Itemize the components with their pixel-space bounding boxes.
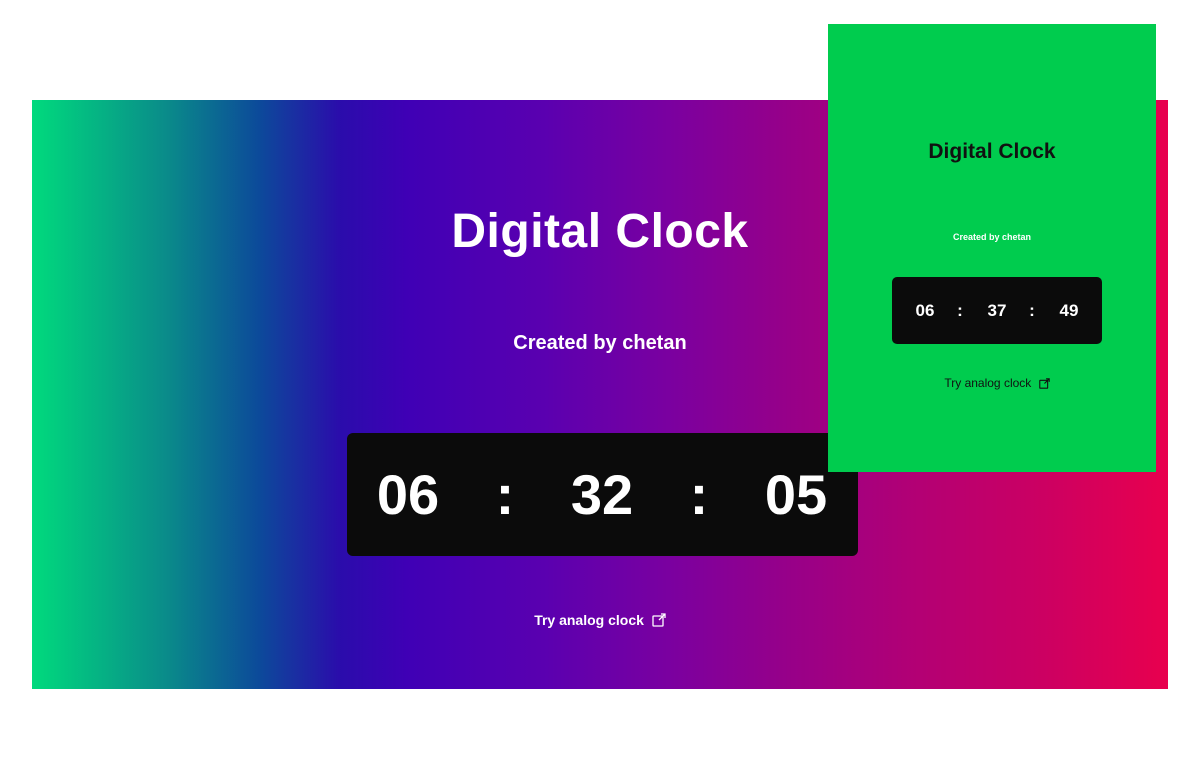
clock-display: 06 : 32 : 05 xyxy=(347,433,858,556)
hours-value: 06 xyxy=(376,463,440,526)
analog-clock-link[interactable]: Try analog clock xyxy=(32,612,1168,630)
seconds-value: 05 xyxy=(764,463,828,526)
external-link-icon xyxy=(652,613,666,630)
clock-separator: : xyxy=(1029,300,1035,320)
analog-clock-link-label[interactable]: Try analog clock xyxy=(534,612,644,628)
clock-separator: : xyxy=(957,300,963,320)
seconds-value: 49 xyxy=(1059,300,1079,320)
clock-separator: : xyxy=(495,463,515,526)
page: Digital Clock Created by chetan 06 : 32 … xyxy=(0,0,1192,772)
analog-clock-link-label[interactable]: Try analog clock xyxy=(944,376,1031,390)
minutes-value: 32 xyxy=(570,463,634,526)
clock-display: 06 : 37 : 49 xyxy=(892,277,1102,344)
page-title: Digital Clock xyxy=(928,140,1056,163)
mobile-preview: Digital Clock Created by chetan 06 : 37 … xyxy=(828,24,1156,472)
author-credit: Created by chetan xyxy=(952,232,1032,242)
hours-value: 06 xyxy=(915,300,935,320)
analog-clock-link[interactable]: Try analog clock xyxy=(828,376,1166,392)
external-link-icon xyxy=(1038,378,1050,392)
minutes-value: 37 xyxy=(987,300,1007,320)
clock-separator: : xyxy=(689,463,709,526)
